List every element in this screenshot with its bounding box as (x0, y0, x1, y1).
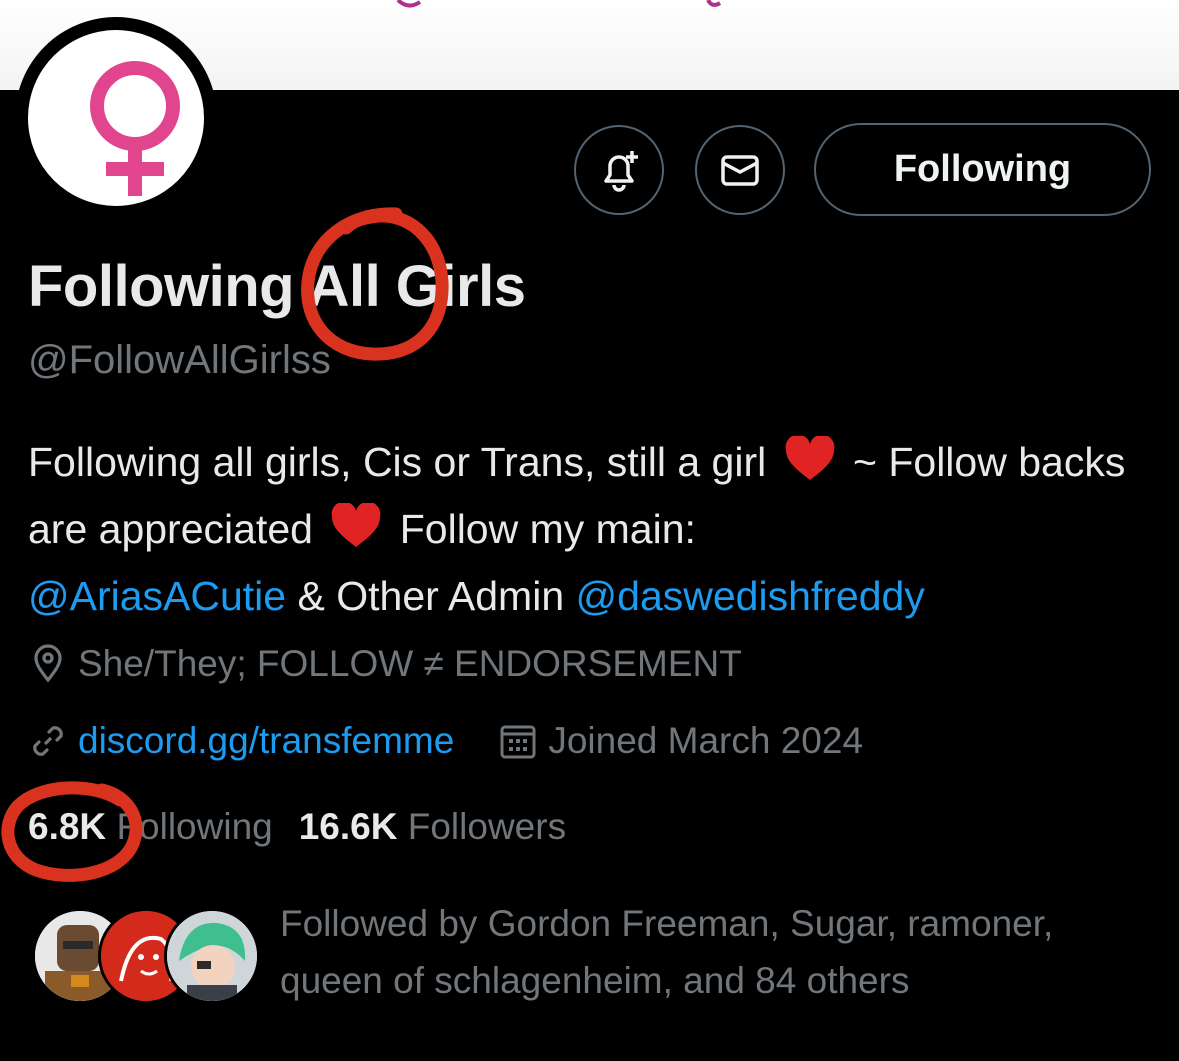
profile-bio: Following all girls, Cis or Trans, still… (28, 432, 1148, 627)
following-stat[interactable]: 6.8K Following (28, 806, 273, 847)
envelope-icon (721, 155, 759, 186)
followers-stat[interactable]: 16.6K Followers (299, 806, 566, 847)
location-pin-icon (28, 644, 68, 684)
bio-text-1: Following all girls, Cis or Trans, still… (28, 439, 767, 485)
followers-label: Followers (407, 806, 567, 847)
venus-symbol-icon (90, 61, 180, 196)
location-text: She/They; FOLLOW ≠ ENDORSEMENT (78, 643, 742, 684)
display-name: Following All Girls (28, 254, 526, 319)
bio-text-3: Follow my main: (399, 506, 696, 552)
joined-text: Joined March 2024 (548, 720, 864, 761)
followed-by-avatars[interactable] (32, 908, 260, 1004)
profile-handle: @FollowAllGirlss (28, 338, 331, 382)
calendar-icon (498, 721, 538, 761)
bell-plus-icon (604, 151, 638, 192)
heart-emoji-icon (330, 501, 382, 566)
joined-date: Joined March 2024 (498, 720, 863, 762)
profile-avatar[interactable] (15, 17, 217, 219)
following-label: Following (116, 806, 273, 847)
message-button[interactable] (695, 125, 785, 215)
avatar (164, 908, 260, 1004)
profile-location: She/They; FOLLOW ≠ ENDORSEMENT (28, 643, 742, 685)
profile-stats: 6.8K Following 16.6K Followers (28, 806, 566, 848)
notifications-button[interactable] (574, 125, 664, 215)
bio-mention-daswedishfreddy[interactable]: @daswedishfreddy (576, 573, 925, 619)
followers-count: 16.6K (298, 806, 398, 847)
link-icon (28, 721, 68, 761)
bio-mention-ariasacutie[interactable]: @AriasACutie (28, 573, 286, 619)
following-count: 6.8K (28, 806, 107, 847)
followed-by-text[interactable]: Followed by Gordon Freeman, Sugar, ramon… (280, 895, 1150, 1009)
heart-emoji-icon (784, 434, 836, 499)
bio-text-4: & Other Admin (297, 573, 565, 619)
following-button[interactable]: Following (814, 123, 1151, 216)
website-link[interactable]: discord.gg/transfemme (78, 720, 454, 762)
profile-meta-row: discord.gg/transfemme Joined March 2024 (28, 720, 863, 762)
